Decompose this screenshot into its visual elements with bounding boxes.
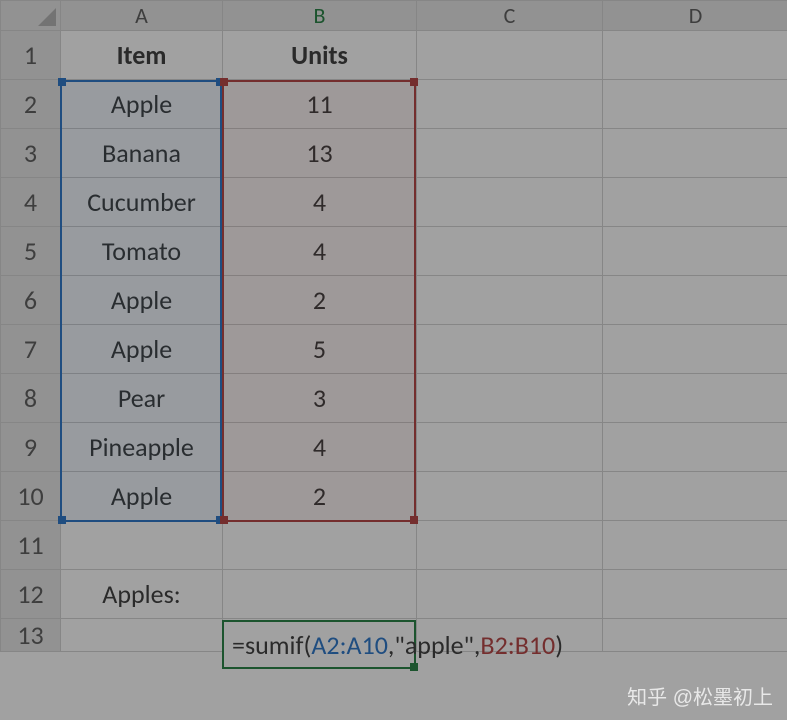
- cell[interactable]: [417, 374, 603, 423]
- cell[interactable]: [417, 276, 603, 325]
- cell[interactable]: [223, 619, 417, 652]
- cell-b11[interactable]: [223, 521, 417, 570]
- cell[interactable]: Apple: [61, 325, 223, 374]
- watermark-text: 知乎 @松墨初上: [627, 681, 773, 710]
- cell[interactable]: [417, 325, 603, 374]
- cell[interactable]: [603, 472, 787, 521]
- row-header[interactable]: 7: [1, 325, 61, 374]
- cell[interactable]: Tomato: [61, 227, 223, 276]
- row-header[interactable]: 12: [1, 570, 61, 619]
- cell[interactable]: [603, 423, 787, 472]
- cell[interactable]: [603, 178, 787, 227]
- cell-a11[interactable]: [61, 521, 223, 570]
- row-header[interactable]: 6: [1, 276, 61, 325]
- cell[interactable]: 2: [223, 472, 417, 521]
- col-header-c[interactable]: C: [417, 1, 603, 31]
- cell[interactable]: [603, 276, 787, 325]
- cell[interactable]: [61, 619, 223, 652]
- row-header[interactable]: 3: [1, 129, 61, 178]
- cell[interactable]: [603, 521, 787, 570]
- cell[interactable]: Pear: [61, 374, 223, 423]
- cell[interactable]: Apple: [61, 276, 223, 325]
- cell[interactable]: 5: [223, 325, 417, 374]
- cell[interactable]: 2: [223, 276, 417, 325]
- cell[interactable]: [603, 619, 787, 652]
- row-header[interactable]: 4: [1, 178, 61, 227]
- cell[interactable]: [417, 227, 603, 276]
- cell[interactable]: [603, 374, 787, 423]
- cell[interactable]: [603, 325, 787, 374]
- cell[interactable]: [417, 521, 603, 570]
- cell[interactable]: 4: [223, 178, 417, 227]
- cell[interactable]: Apple: [61, 80, 223, 129]
- row-header[interactable]: 5: [1, 227, 61, 276]
- col-header-d[interactable]: D: [603, 1, 787, 31]
- cell[interactable]: [603, 570, 787, 619]
- cell[interactable]: [417, 472, 603, 521]
- cell[interactable]: [603, 227, 787, 276]
- cell[interactable]: 11: [223, 80, 417, 129]
- cell[interactable]: [417, 423, 603, 472]
- cell[interactable]: [417, 619, 603, 652]
- cell[interactable]: [417, 129, 603, 178]
- spreadsheet[interactable]: A B C D 1 Item Units 2 Apple 11: [0, 0, 787, 720]
- cell[interactable]: 3: [223, 374, 417, 423]
- row-header[interactable]: 10: [1, 472, 61, 521]
- cell-a12[interactable]: Apples:: [61, 570, 223, 619]
- cell-b1[interactable]: Units: [223, 31, 417, 80]
- col-header-b[interactable]: B: [223, 1, 417, 31]
- col-header-a[interactable]: A: [61, 1, 223, 31]
- cell[interactable]: 4: [223, 423, 417, 472]
- row-header[interactable]: 1: [1, 31, 61, 80]
- cell[interactable]: [417, 570, 603, 619]
- cell-a1[interactable]: Item: [61, 31, 223, 80]
- fill-handle-icon[interactable]: [410, 663, 418, 671]
- cell[interactable]: 13: [223, 129, 417, 178]
- cell[interactable]: [417, 80, 603, 129]
- cell-b12[interactable]: [223, 570, 417, 619]
- cell[interactable]: [603, 129, 787, 178]
- cell[interactable]: [417, 178, 603, 227]
- grid-table: A B C D 1 Item Units 2 Apple 11: [0, 0, 787, 652]
- cell[interactable]: Cucumber: [61, 178, 223, 227]
- row-header[interactable]: 13: [1, 619, 61, 652]
- cell[interactable]: Apple: [61, 472, 223, 521]
- row-header[interactable]: 11: [1, 521, 61, 570]
- cell[interactable]: [603, 80, 787, 129]
- row-header[interactable]: 9: [1, 423, 61, 472]
- watermark: 知乎 @松墨初上: [619, 681, 773, 710]
- cell-d1[interactable]: [603, 31, 787, 80]
- cell[interactable]: Banana: [61, 129, 223, 178]
- row-header[interactable]: 8: [1, 374, 61, 423]
- cell[interactable]: 4: [223, 227, 417, 276]
- select-all-triangle[interactable]: [1, 1, 61, 31]
- cell[interactable]: Pineapple: [61, 423, 223, 472]
- row-header[interactable]: 2: [1, 80, 61, 129]
- cell-c1[interactable]: [417, 31, 603, 80]
